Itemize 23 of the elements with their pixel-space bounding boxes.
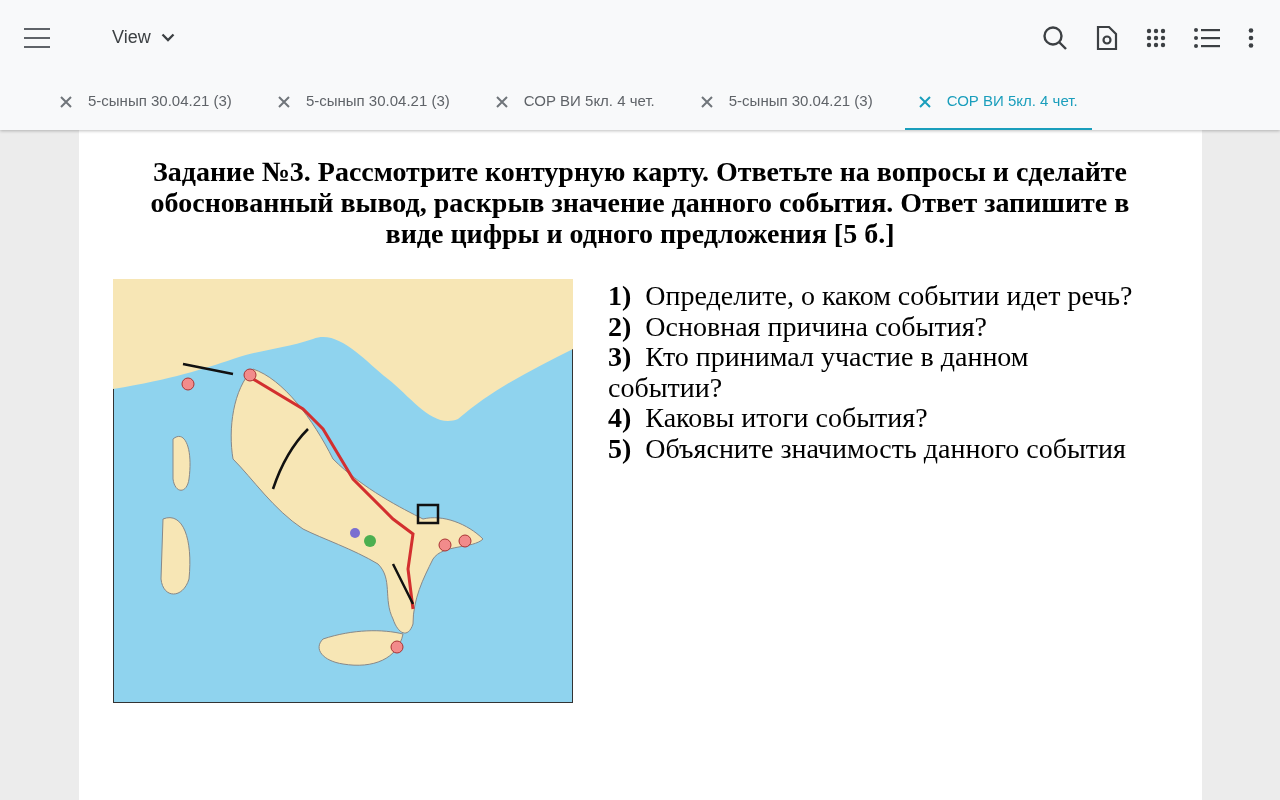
search-icon[interactable] — [1042, 24, 1068, 51]
close-icon[interactable] — [277, 95, 290, 108]
question-text: 2) Основная причина события? — [608, 311, 988, 342]
document-tab[interactable]: 5-сынып 30.04.21 (3) — [686, 75, 887, 130]
chevron-down-icon — [160, 33, 175, 42]
question-text: 4) Каковы итоги события? — [608, 403, 929, 434]
list-icon[interactable] — [1194, 27, 1220, 48]
menu-icon[interactable] — [24, 27, 50, 48]
question-text: 5) Объясните значимость данного события — [608, 433, 1127, 464]
question-text: 1) Определите, о каком событии идет речь? — [608, 281, 1134, 312]
close-icon[interactable] — [495, 95, 508, 108]
apps-grid-icon[interactable] — [1146, 27, 1166, 48]
close-icon[interactable] — [918, 95, 931, 108]
document-settings-icon[interactable] — [1096, 24, 1118, 51]
close-icon[interactable] — [700, 95, 713, 108]
document-tab[interactable]: СОР ВИ 5кл. 4 чет. — [481, 75, 669, 130]
close-icon[interactable] — [60, 95, 72, 108]
question-text: 3) Кто принимал участие в данном событии? — [608, 342, 1030, 403]
view-dropdown[interactable]: View — [112, 24, 175, 51]
document-tab[interactable]: 5-сынып 30.04.21 (3) — [263, 75, 464, 130]
document-tab[interactable]: 5-сынып 30.04.21 (3) — [46, 75, 246, 130]
more-options-icon[interactable] — [1248, 27, 1254, 48]
task-heading: Задание №3. Рассмотрите контурную карту. Ответьте на вопросы и сделайте обоснованный вывод, раскрыв значение данного события. Ответ запишите в виде цифры и одного предложения [5 б.] — [149, 156, 1131, 249]
